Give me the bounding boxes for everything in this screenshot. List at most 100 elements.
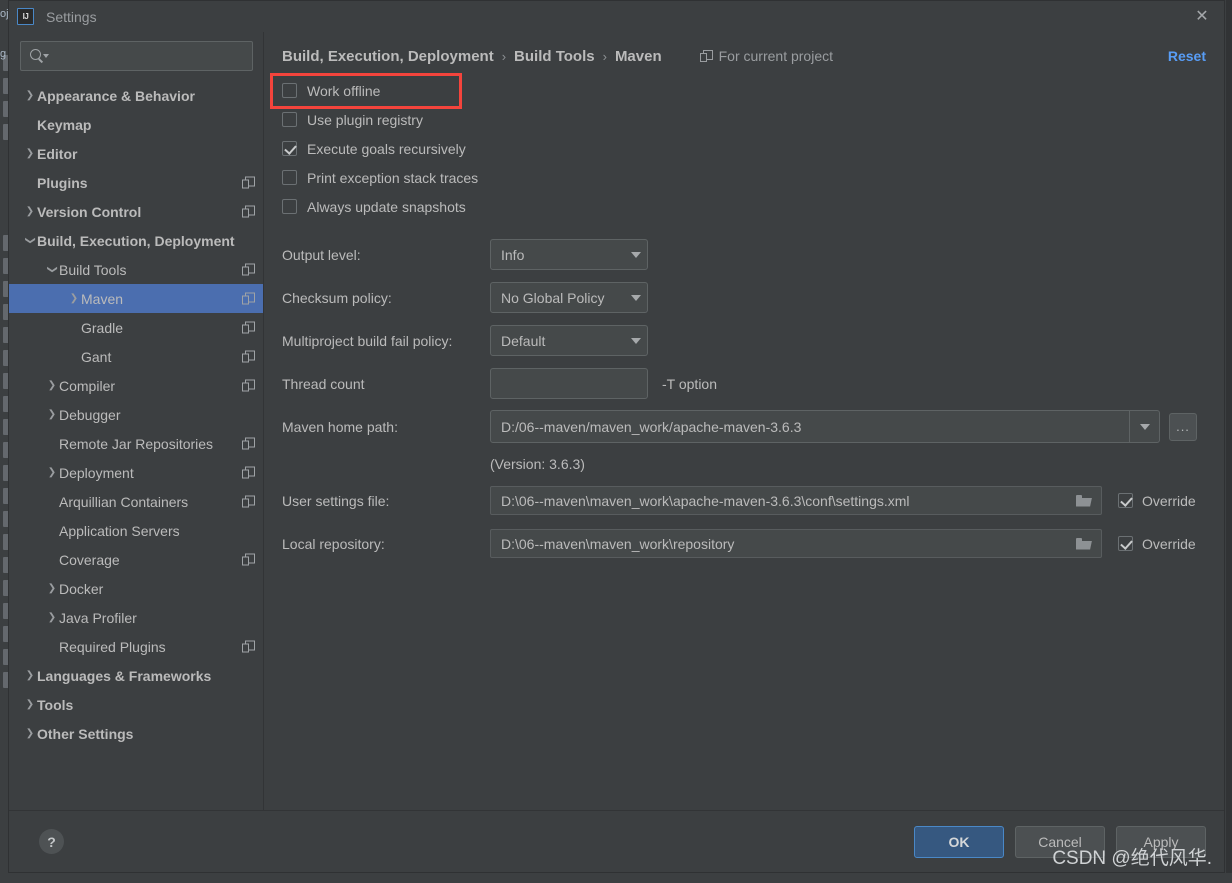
chevron-right-icon[interactable] [23,728,37,739]
sidebar-item-plugins[interactable]: Plugins [9,168,263,197]
local-repository-override[interactable]: Override [1118,536,1196,552]
sidebar-item-coverage[interactable]: Coverage [9,545,263,574]
reset-link[interactable]: Reset [1168,48,1206,64]
chevron-right-icon[interactable] [45,583,59,594]
sidebar-item-required-plugins[interactable]: Required Plugins [9,632,263,661]
chevron-right-icon[interactable] [23,148,37,159]
checkbox-box[interactable] [282,199,297,214]
close-icon[interactable]: ✕ [1188,5,1216,29]
sidebar-item-maven[interactable]: Maven [9,284,263,313]
user-settings-override[interactable]: Override [1118,493,1196,509]
chevron-right-icon[interactable] [45,467,59,478]
checkbox-always-update-snapshots[interactable]: Always update snapshots [282,192,1206,221]
sidebar-item-application-servers[interactable]: Application Servers [9,516,263,545]
chevron-right-icon[interactable] [67,293,81,304]
sidebar-item-arquillian-containers[interactable]: Arquillian Containers [9,487,263,516]
checkbox-box[interactable] [282,83,297,98]
checkbox-box[interactable] [282,112,297,127]
sidebar-item-label: Plugins [37,174,88,191]
checkbox-print-exception-stack-traces[interactable]: Print exception stack traces [282,163,1206,192]
sidebar-item-label: Build Tools [59,261,127,278]
sidebar-item-java-profiler[interactable]: Java Profiler [9,603,263,632]
checkbox-label: Work offline [307,82,381,99]
chevron-right-icon[interactable] [23,206,37,217]
local-repository-override-checkbox[interactable] [1118,536,1133,551]
chevron-right-icon[interactable] [23,90,37,101]
chevron-right-icon[interactable] [45,380,59,391]
sidebar-item-gradle[interactable]: Gradle [9,313,263,342]
local-repository-input[interactable]: D:\06--maven\maven_work\repository [490,529,1102,558]
sidebar-item-build-tools[interactable]: Build Tools [9,255,263,284]
sidebar-item-compiler[interactable]: Compiler [9,371,263,400]
checkbox-execute-goals-recursively[interactable]: Execute goals recursively [282,134,1206,163]
output-level-row: Output level: Info [282,233,1206,276]
sidebar-item-label: Gant [81,348,112,365]
maven-home-path-combo[interactable]: D:/06--maven/maven_work/apache-maven-3.6… [490,410,1160,443]
breadcrumb-item-0[interactable]: Build, Execution, Deployment [282,48,494,65]
chevron-down-icon[interactable] [45,264,59,275]
sidebar-item-label: Debugger [59,406,121,423]
chevron-right-icon[interactable] [45,409,59,420]
output-level-label: Output level: [282,246,361,263]
maven-options-checkbox-group: Work offline Use plugin registry Execute g… [270,73,1206,221]
sidebar-item-version-control[interactable]: Version Control [9,197,263,226]
user-settings-override-label: Override [1142,492,1196,509]
chevron-right-icon[interactable] [23,699,37,710]
sidebar-item-deployment[interactable]: Deployment [9,458,263,487]
breadcrumb-separator: › [602,48,607,64]
maven-home-dropdown-button[interactable] [1129,411,1159,442]
output-level-select[interactable]: Info [490,239,648,270]
sidebar-item-docker[interactable]: Docker [9,574,263,603]
sidebar-item-other-settings[interactable]: Other Settings [9,719,263,748]
search-input[interactable] [50,47,252,65]
dialog-title: Settings [46,8,97,25]
chevron-right-icon[interactable] [23,670,37,681]
help-button[interactable]: ? [39,829,64,854]
sidebar-item-appearance-behavior[interactable]: Appearance & Behavior [9,81,263,110]
checkbox-label: Execute goals recursively [307,140,466,157]
checksum-policy-select[interactable]: No Global Policy [490,282,648,313]
ide-bottom-edge [0,873,1232,883]
user-settings-override-checkbox[interactable] [1118,493,1133,508]
breadcrumb: Build, Execution, Deployment › Build Too… [282,32,1206,72]
user-settings-file-row: User settings file: D:\06--maven\maven_w… [282,479,1206,522]
project-scope-icon [242,640,255,653]
project-scope-icon [242,379,255,392]
sidebar-item-remote-jar-repositories[interactable]: Remote Jar Repositories [9,429,263,458]
folder-icon[interactable] [1076,537,1092,550]
folder-icon[interactable] [1076,494,1092,507]
thread-count-input[interactable] [490,368,648,399]
sidebar-item-label: Other Settings [37,725,134,742]
sidebar-item-debugger[interactable]: Debugger [9,400,263,429]
intellij-logo-icon: IJ [17,8,34,25]
search-box[interactable] [20,41,253,71]
sidebar-item-keymap[interactable]: Keymap [9,110,263,139]
checkbox-box[interactable] [282,170,297,185]
settings-tree[interactable]: Appearance & Behavior Keymap Editor Plugins… [9,79,263,810]
breadcrumb-item-1[interactable]: Build Tools [514,48,595,65]
sidebar-item-label: Keymap [37,116,92,133]
sidebar-item-gant[interactable]: Gant [9,342,263,371]
multiproject-fail-policy-value: Default [501,332,546,349]
checkbox-box[interactable] [282,141,297,156]
sidebar-item-tools[interactable]: Tools [9,690,263,719]
chevron-right-icon[interactable] [45,612,59,623]
settings-content-panel: Build, Execution, Deployment › Build Too… [264,32,1224,810]
sidebar-item-languages-frameworks[interactable]: Languages & Frameworks [9,661,263,690]
checkbox-work-offline[interactable]: Work offline [282,76,1206,105]
output-level-value: Info [501,246,525,263]
sidebar-item-label: Application Servers [59,522,180,539]
chevron-down-icon[interactable] [23,235,37,246]
sidebar-item-editor[interactable]: Editor [9,139,263,168]
cancel-button[interactable]: Cancel [1015,825,1105,858]
user-settings-file-input[interactable]: D:\06--maven\maven_work\apache-maven-3.6… [490,486,1102,515]
apply-button[interactable]: Apply [1116,825,1206,858]
multiproject-fail-policy-select[interactable]: Default [490,325,648,356]
maven-home-browse-button[interactable]: ... [1169,412,1197,441]
search-container [9,32,263,79]
checkbox-use-plugin-registry[interactable]: Use plugin registry [282,105,1206,134]
settings-dialog: IJ Settings ✕ Appearance & Behavior Keyma… [8,0,1225,873]
ok-button[interactable]: OK [914,825,1004,858]
checkbox-label: Always update snapshots [307,198,466,215]
sidebar-item-build-execution-deployment[interactable]: Build, Execution, Deployment [9,226,263,255]
